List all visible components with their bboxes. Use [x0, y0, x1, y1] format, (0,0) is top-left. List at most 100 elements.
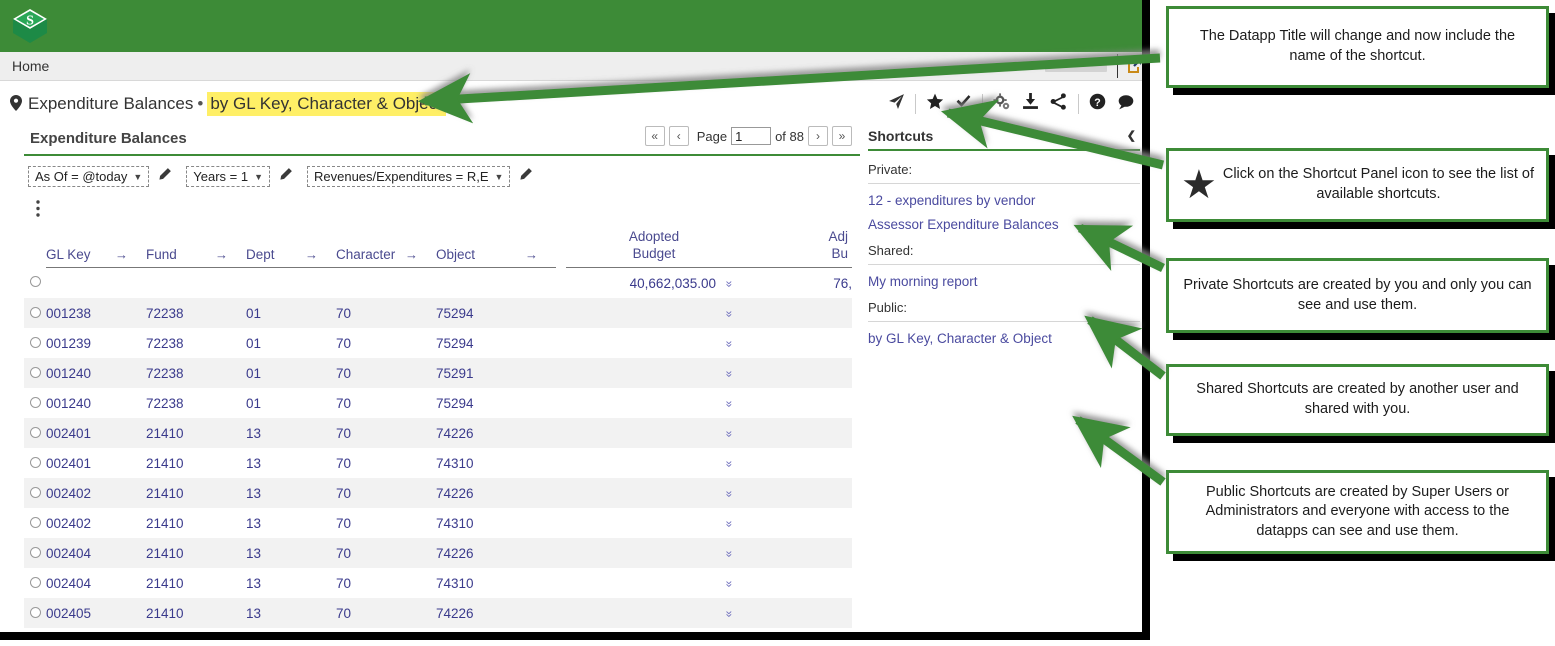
chevron-down-icon[interactable]: ▼ [254, 172, 263, 182]
first-page-button[interactable]: « [644, 126, 665, 146]
next-page-button[interactable]: › [808, 126, 828, 146]
cell-dept: 13 [246, 455, 262, 471]
row-select-cell[interactable] [24, 358, 46, 388]
prev-page-button[interactable]: ‹ [668, 126, 689, 146]
row-select-cell[interactable] [24, 478, 46, 508]
cell-object: 75294 [436, 335, 474, 351]
table-row[interactable]: 002401 21410 13 70 74226 » [24, 418, 853, 448]
column-header-gl-key[interactable]: GL Key → [46, 224, 146, 268]
expand-row-icon[interactable]: » [716, 328, 742, 358]
column-header-adjusted-budget[interactable]: Adj Bu [742, 224, 853, 268]
help-icon[interactable]: ? [1084, 93, 1112, 115]
shortcut-link[interactable]: 12 - expenditures by vendor [868, 193, 1140, 208]
column-header-character[interactable]: Character → [336, 224, 436, 268]
expand-row-icon[interactable]: » [716, 478, 743, 508]
right-arrow-icon[interactable]: → [305, 247, 318, 262]
star-icon[interactable] [921, 93, 949, 116]
expand-row-icon[interactable]: » [716, 538, 743, 568]
table-row[interactable]: 002402 21410 13 70 74226 » [24, 478, 853, 508]
page-number-input[interactable] [731, 127, 772, 145]
row-select-cell[interactable] [24, 328, 46, 358]
table-row[interactable]: 002404 21410 13 70 74310 » [24, 568, 852, 598]
shortcut-link[interactable]: Assessor Expenditure Balances [868, 217, 1140, 232]
radio-circle-icon[interactable] [29, 336, 41, 348]
radio-circle-icon[interactable] [29, 576, 41, 588]
expand-row-icon[interactable]: » [716, 508, 742, 538]
column-header-fund[interactable]: Fund → [146, 224, 246, 268]
column-label: GL Key [46, 247, 91, 262]
shortcut-link[interactable]: by GL Key, Character & Object [868, 331, 1140, 346]
radio-circle-icon[interactable] [29, 276, 41, 288]
row-select-cell[interactable] [24, 598, 46, 628]
cell-adopted-budget: 40,662,035.00 [629, 275, 716, 291]
radio-circle-icon[interactable] [29, 456, 41, 468]
radio-circle-icon[interactable] [29, 306, 41, 318]
expand-row-icon[interactable]: » [716, 388, 742, 418]
right-arrow-icon[interactable]: → [115, 247, 128, 262]
right-arrow-icon[interactable]: → [215, 247, 228, 262]
cell-fund: 21410 [146, 478, 246, 508]
last-page-button[interactable]: » [832, 126, 852, 146]
share-icon[interactable] [1045, 93, 1073, 115]
expand-row-icon[interactable]: » [716, 448, 742, 478]
filter-chip-revexp[interactable]: Revenues/Expenditures = R,E ▼ [306, 166, 511, 187]
row-select-cell[interactable] [24, 568, 46, 598]
radio-circle-icon[interactable] [29, 486, 41, 498]
pencil-icon[interactable] [518, 167, 533, 187]
chevron-down-icon[interactable]: ▼ [133, 172, 142, 182]
expand-row-icon[interactable]: » [716, 358, 743, 388]
table-row[interactable]: 002402 21410 13 70 74310 » [24, 508, 852, 538]
table-row[interactable]: 001240 72238 01 70 75291 » [24, 358, 853, 388]
row-select-cell[interactable] [24, 268, 46, 299]
cell-gap [556, 268, 566, 299]
expand-row-icon[interactable]: » [716, 598, 743, 628]
chevron-down-icon[interactable]: ▼ [495, 172, 504, 182]
table-row[interactable]: 002401 21410 13 70 74310 » [24, 448, 852, 478]
radio-circle-icon[interactable] [29, 546, 41, 558]
tab-home[interactable]: Home [12, 56, 49, 76]
radio-circle-icon[interactable] [29, 366, 41, 378]
radio-circle-icon[interactable] [29, 396, 41, 408]
expand-row-icon[interactable]: » [716, 418, 743, 448]
radio-circle-icon[interactable] [29, 426, 41, 438]
pencil-icon[interactable] [278, 167, 293, 187]
filter-chip-asof[interactable]: As Of = @today ▼ [28, 166, 150, 187]
toolbar-divider [982, 94, 984, 114]
download-icon[interactable] [1016, 93, 1044, 115]
expand-row-icon[interactable]: » [716, 268, 742, 299]
table-row[interactable]: 001239 72238 01 70 75294 » [24, 328, 852, 358]
gears-icon[interactable] [988, 92, 1016, 116]
radio-circle-icon[interactable] [29, 516, 41, 528]
right-arrow-icon[interactable]: → [405, 247, 418, 262]
table-row[interactable]: 002404 21410 13 70 74226 » [24, 538, 853, 568]
chevron-down-icon[interactable]: ❮ [1127, 129, 1136, 142]
filter-chip-years[interactable]: Years = 1 ▼ [186, 166, 270, 187]
checkmark-icon[interactable] [949, 93, 977, 115]
column-header-object[interactable]: Object → [436, 224, 556, 268]
expand-row-icon[interactable]: » [716, 568, 742, 598]
tab-placeholder[interactable] [1045, 60, 1107, 72]
shortcut-link[interactable]: My morning report [868, 274, 1140, 289]
radio-circle-icon[interactable] [29, 606, 41, 618]
row-select-cell[interactable] [24, 388, 46, 418]
dollar-cube-logo[interactable]: S [10, 6, 50, 46]
column-header-adopted-budget[interactable]: Adopted Budget [566, 224, 743, 268]
table-row[interactable]: 001240 72238 01 70 75294 » [24, 388, 852, 418]
row-select-cell[interactable] [24, 448, 46, 478]
vertical-kebab-icon[interactable] [36, 200, 40, 223]
cell-adjusted-budget [742, 358, 853, 388]
external-link-icon[interactable] [1126, 58, 1142, 74]
row-select-cell[interactable] [24, 538, 46, 568]
pencil-icon[interactable] [157, 167, 172, 187]
row-select-cell[interactable] [24, 298, 46, 328]
send-arrow-icon[interactable] [882, 93, 910, 115]
table-row[interactable]: 40,662,035.00» 76, [24, 268, 852, 299]
chat-icon[interactable] [1112, 93, 1140, 116]
table-row[interactable]: 002405 21410 13 70 74226 » [24, 598, 853, 628]
column-header-dept[interactable]: Dept → [246, 224, 336, 268]
right-arrow-icon[interactable]: → [525, 247, 538, 262]
row-select-cell[interactable] [24, 508, 46, 538]
table-row[interactable]: 001238 72238 01 70 75294 » [24, 298, 853, 328]
expand-row-icon[interactable]: » [716, 298, 743, 328]
row-select-cell[interactable] [24, 418, 46, 448]
